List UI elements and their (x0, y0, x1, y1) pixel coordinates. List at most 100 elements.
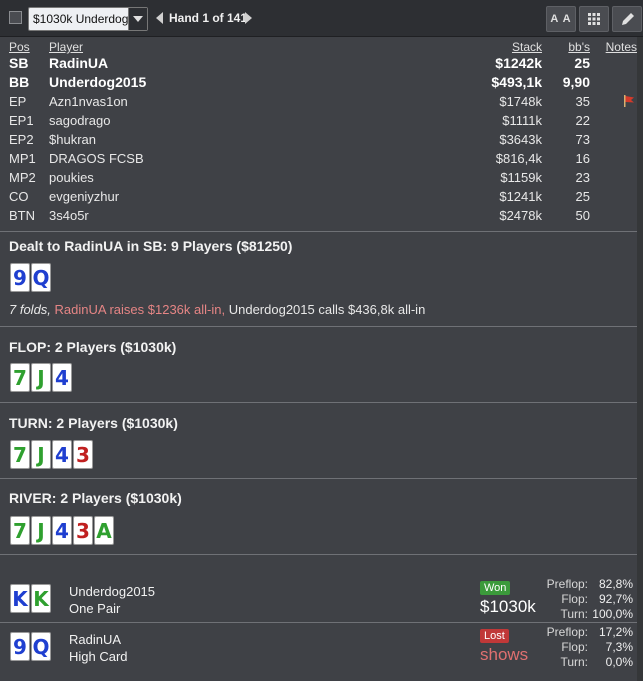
result-hand-name: High Card (69, 649, 128, 664)
row-player[interactable]: evgeniyzhur (49, 189, 119, 204)
equity-value: 0,0% (605, 655, 633, 669)
chevron-right-icon[interactable] (245, 12, 252, 24)
chevron-down-icon[interactable] (128, 8, 147, 30)
result-amount: shows (480, 645, 529, 664)
row-pos: EP2 (9, 132, 34, 147)
hole-cards: 9Q (10, 263, 52, 293)
grid-view-button[interactable] (579, 6, 609, 32)
equity-label: Preflop: (546, 625, 588, 639)
hand-counter: Hand 1 of 141 (169, 11, 248, 25)
row-pos: MP1 (9, 151, 36, 166)
select-hand-checkbox[interactable] (9, 11, 22, 24)
card-a-of-clubs: A (94, 516, 114, 545)
col-header-pos[interactable]: Pos (9, 40, 30, 54)
result-player[interactable]: RadinUA (69, 632, 121, 647)
font-size-button[interactable]: A A (546, 6, 576, 32)
equity-label: Preflop: (546, 577, 588, 591)
card-q-of-diamonds: Q (31, 263, 51, 292)
card-k-of-diamonds: K (10, 584, 30, 613)
action-call: Underdog2015 calls $436,8k all-in (228, 302, 426, 317)
table-row: BB Underdog2015 $493,1k 9,90 (0, 74, 643, 93)
row-stack: $1159k (500, 170, 542, 185)
chevron-left-icon[interactable] (156, 12, 163, 24)
grid-icon (588, 13, 600, 25)
flop-title: FLOP: 2 Players ($1030k) (9, 339, 177, 355)
row-player[interactable]: Azn1nvas1on (49, 94, 128, 109)
equity-value: 17,2% (598, 625, 633, 639)
river-cards: 7J43A (10, 516, 115, 546)
equity-value: 100,0% (592, 607, 633, 621)
result-cards: 9Q (10, 632, 52, 661)
card-4-of-diamonds: 4 (52, 440, 72, 469)
row-bbs: 23 (575, 170, 590, 185)
equity-value: 82,8% (598, 577, 633, 591)
action-folds: 7 folds, (9, 302, 51, 317)
row-pos: CO (9, 189, 29, 204)
card-7-of-clubs: 7 (10, 363, 30, 392)
toolbar: $1030k Underdog2 Hand 1 of 141 A A (0, 0, 643, 37)
row-player[interactable]: poukies (49, 170, 94, 185)
row-stack: $493,1k (491, 74, 542, 90)
row-player[interactable]: DRAGOS FCSB (49, 151, 144, 166)
vertical-scrollbar[interactable] (637, 37, 643, 681)
hand-select-dropdown[interactable]: $1030k Underdog2 (28, 7, 148, 31)
col-header-notes[interactable]: Notes (606, 40, 637, 54)
card-3-of-hearts: 3 (73, 516, 93, 545)
card-4-of-diamonds: 4 (52, 363, 72, 392)
equity-label: Turn: (560, 607, 588, 621)
turn-title: TURN: 2 Players ($1030k) (9, 415, 178, 431)
divider (0, 554, 637, 555)
divider (0, 231, 637, 232)
row-player[interactable]: 3s4o5r (49, 208, 89, 223)
preflop-action: 7 folds, RadinUA raises $1236k all-in, U… (9, 302, 425, 317)
equity-label: Flop: (561, 592, 588, 606)
divider (0, 622, 637, 623)
divider (0, 478, 637, 479)
col-header-stack[interactable]: Stack (512, 40, 542, 54)
flop-cards: 7J4 (10, 363, 73, 393)
action-raise: RadinUA raises $1236k all-in, (54, 302, 226, 317)
row-player[interactable]: RadinUA (49, 55, 108, 71)
card-7-of-clubs: 7 (10, 516, 30, 545)
card-7-of-clubs: 7 (10, 440, 30, 469)
card-j-of-clubs: J (31, 516, 51, 545)
table-row: BTN 3s4o5r $2478k 50 (0, 208, 643, 227)
row-stack: $1111k (502, 113, 542, 128)
hand-select-value: $1030k Underdog2 (33, 12, 136, 26)
row-bbs: 9,90 (562, 74, 590, 90)
card-4-of-diamonds: 4 (52, 516, 72, 545)
result-player[interactable]: Underdog2015 (69, 584, 155, 599)
table-row: MP1 DRAGOS FCSB $816,4k 16 (0, 151, 643, 170)
equity-label: Flop: (561, 640, 588, 654)
card-k-of-clubs: K (31, 584, 51, 613)
card-j-of-clubs: J (31, 440, 51, 469)
row-player[interactable]: Underdog2015 (49, 74, 146, 90)
lost-badge: Lost (480, 629, 509, 643)
row-pos: BB (9, 74, 30, 90)
row-bbs: 73 (575, 132, 590, 147)
row-stack: $1242k (495, 55, 542, 71)
row-bbs: 50 (575, 208, 590, 223)
col-header-bbs[interactable]: bb's (568, 40, 590, 54)
row-pos: BTN (9, 208, 35, 223)
row-player[interactable]: $hukran (49, 132, 96, 147)
preflop-title: Dealt to RadinUA in SB: 9 Players ($8125… (9, 238, 293, 254)
row-pos: EP (9, 94, 27, 109)
pencil-icon (622, 13, 634, 25)
table-row: EP1 sagodrago $1111k 22 (0, 113, 643, 132)
card-9-of-diamonds: 9 (10, 263, 30, 292)
table-row: CO evgeniyzhur $1241k 25 (0, 189, 643, 208)
row-pos: SB (9, 55, 29, 71)
result-hand-name: One Pair (69, 601, 121, 616)
row-player[interactable]: sagodrago (49, 113, 110, 128)
divider (0, 402, 637, 403)
row-bbs: 16 (575, 151, 590, 166)
row-stack: $1241k (499, 189, 542, 204)
river-title: RIVER: 2 Players ($1030k) (9, 490, 182, 506)
col-header-player[interactable]: Player (49, 40, 83, 54)
table-row: EP2 $hukran $3643k 73 (0, 132, 643, 151)
edit-button[interactable] (612, 6, 642, 32)
equity-value: 92,7% (598, 592, 633, 606)
row-bbs: 22 (575, 113, 590, 128)
red-flag-icon[interactable] (622, 94, 636, 111)
